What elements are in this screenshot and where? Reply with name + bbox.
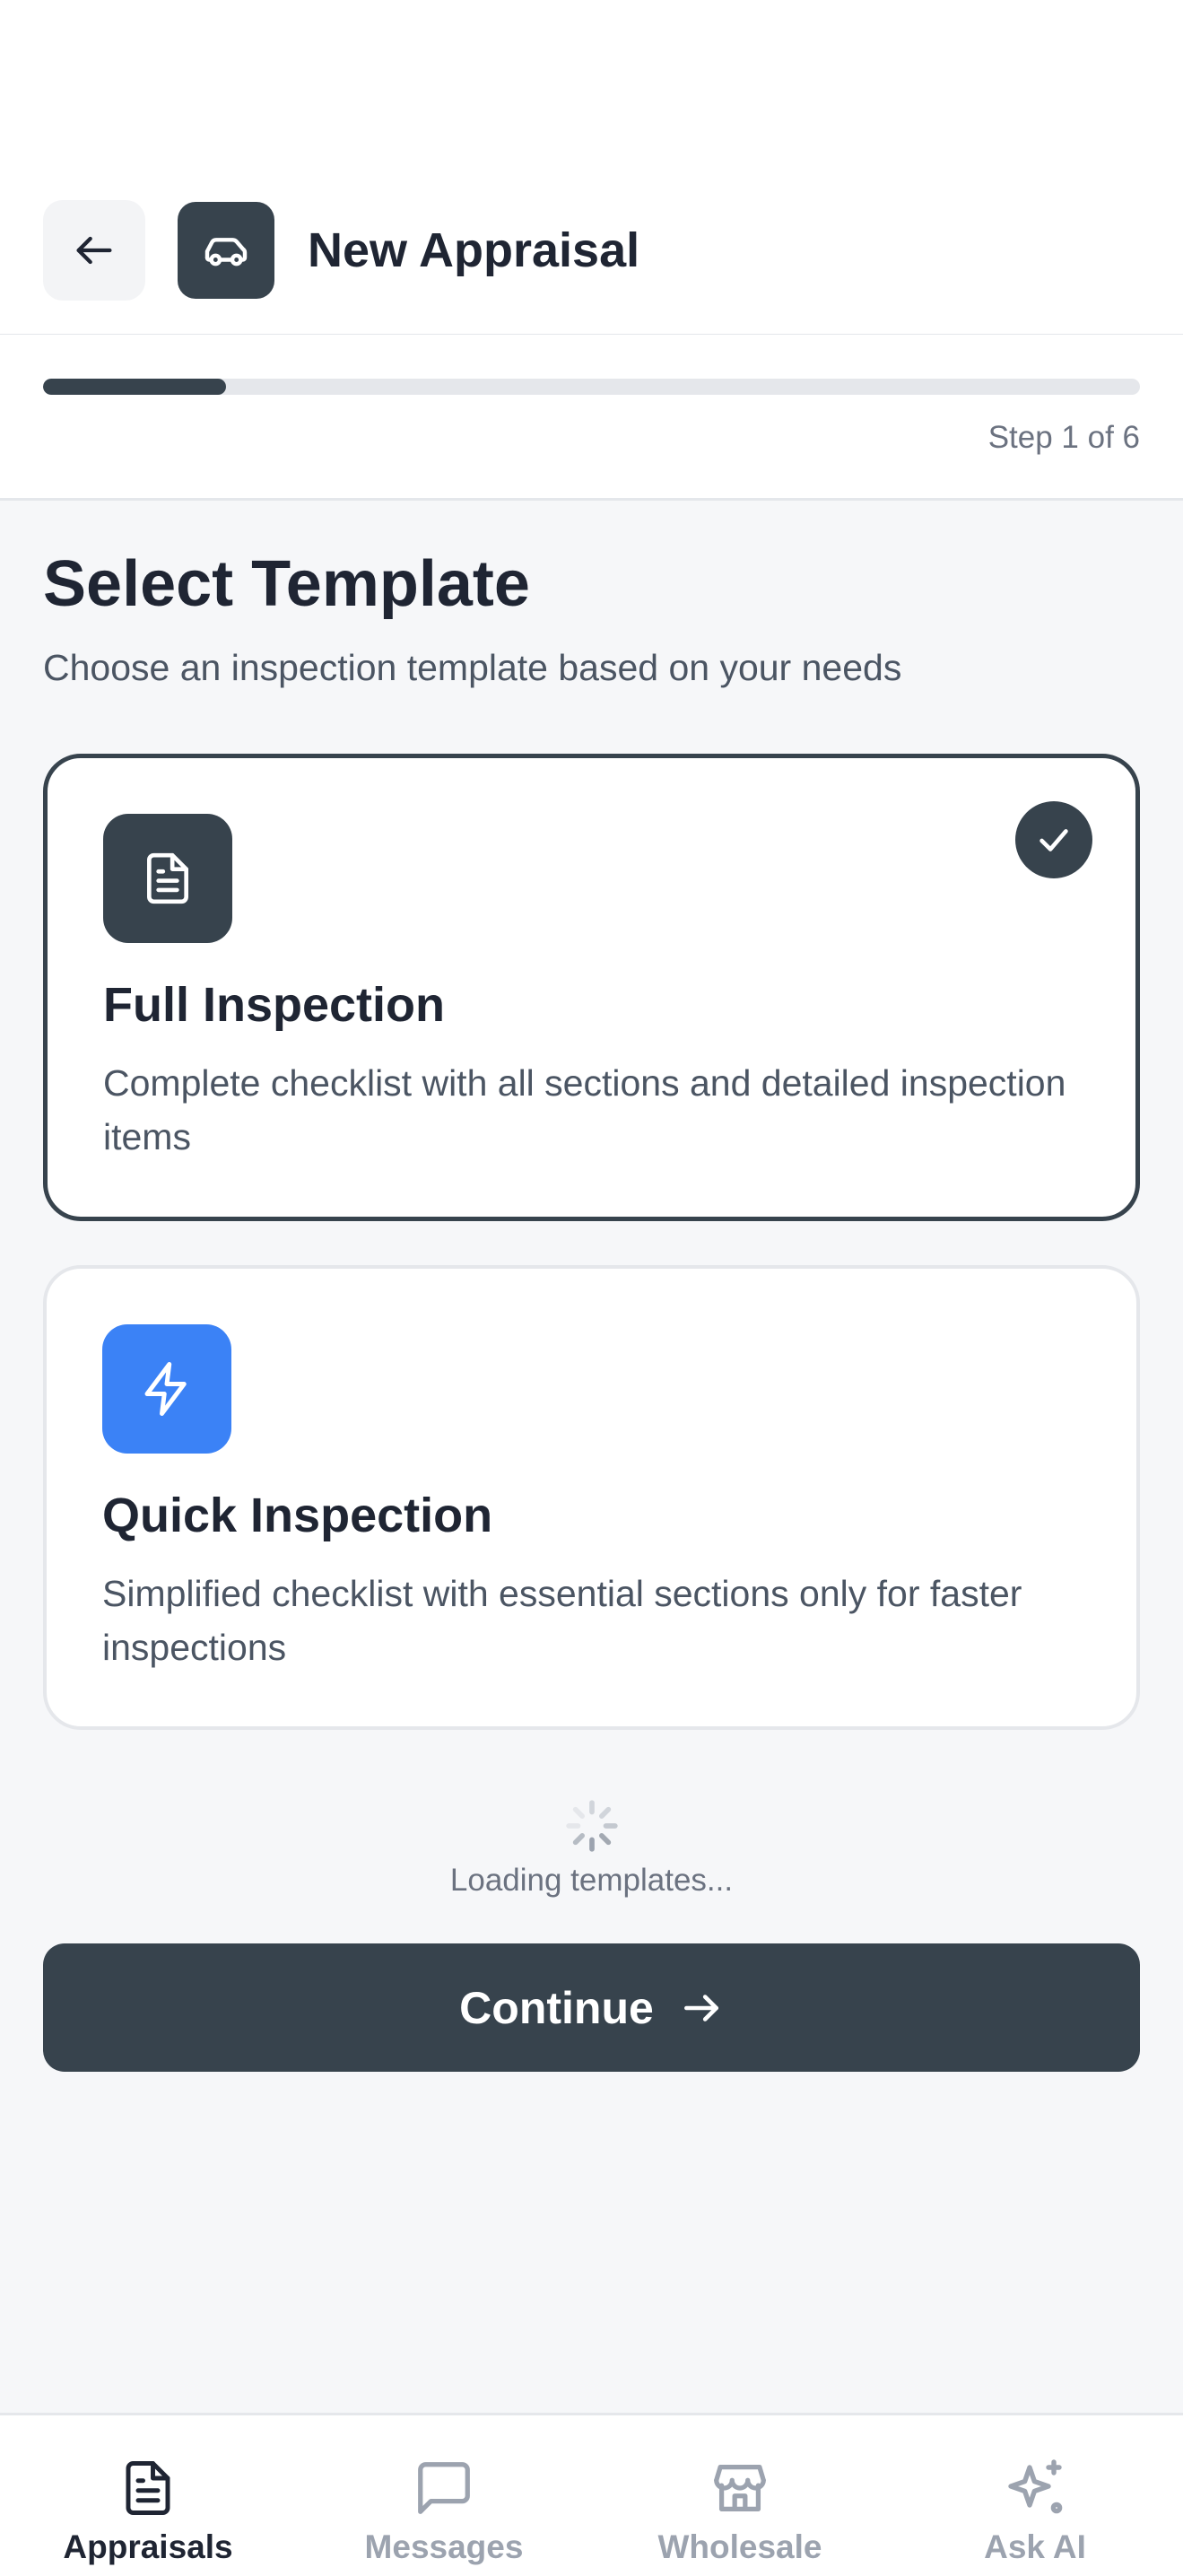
selected-check-icon bbox=[1015, 801, 1092, 878]
bottom-tab-bar: Appraisals Messages Wholesale Ask AI bbox=[0, 2413, 1183, 2576]
tab-label: Appraisals bbox=[63, 2528, 233, 2565]
tab-appraisals[interactable]: Appraisals bbox=[0, 2415, 296, 2576]
progress-fill bbox=[43, 379, 226, 395]
app-header: New Appraisal bbox=[0, 0, 1183, 336]
document-icon bbox=[0, 2457, 296, 2519]
message-icon bbox=[296, 2457, 592, 2519]
loading-spinner-icon bbox=[566, 1800, 618, 1852]
back-button[interactable] bbox=[43, 200, 145, 301]
tab-label: Ask AI bbox=[984, 2528, 1086, 2565]
document-icon bbox=[103, 814, 232, 943]
template-description: Complete checklist with all sections and… bbox=[103, 1062, 1066, 1157]
tab-wholesale[interactable]: Wholesale bbox=[592, 2415, 888, 2576]
template-description: Simplified checklist with essential sect… bbox=[102, 1573, 1022, 1668]
tab-label: Wholesale bbox=[657, 2528, 822, 2565]
arrow-left-icon bbox=[76, 236, 112, 265]
section-subtitle: Choose an inspection template based on y… bbox=[43, 647, 902, 688]
arrow-right-icon bbox=[683, 1994, 718, 2022]
template-card-full-inspection[interactable]: Full Inspection Complete checklist with … bbox=[43, 754, 1140, 1221]
progress-bar bbox=[43, 379, 1140, 395]
continue-button-label: Continue bbox=[459, 1982, 654, 2033]
tab-messages[interactable]: Messages bbox=[296, 2415, 592, 2576]
car-icon bbox=[178, 202, 274, 299]
sparkle-icon bbox=[887, 2457, 1183, 2521]
page-title: New Appraisal bbox=[308, 223, 640, 277]
lightning-icon bbox=[102, 1324, 231, 1454]
tab-label: Messages bbox=[364, 2528, 524, 2565]
tab-ask-ai[interactable]: Ask AI bbox=[887, 2415, 1183, 2576]
template-card-quick-inspection[interactable]: Quick Inspection Simplified checklist wi… bbox=[43, 1265, 1140, 1730]
store-icon bbox=[592, 2457, 888, 2519]
template-title: Full Inspection bbox=[103, 978, 446, 1032]
section-title: Select Template bbox=[43, 548, 530, 620]
step-indicator: Step 1 of 6 bbox=[987, 420, 1140, 455]
progress-section: Step 1 of 6 bbox=[0, 335, 1183, 501]
continue-button[interactable]: Continue bbox=[43, 1943, 1140, 2072]
loading-text: Loading templates... bbox=[449, 1863, 734, 1898]
template-title: Quick Inspection bbox=[102, 1489, 493, 1542]
